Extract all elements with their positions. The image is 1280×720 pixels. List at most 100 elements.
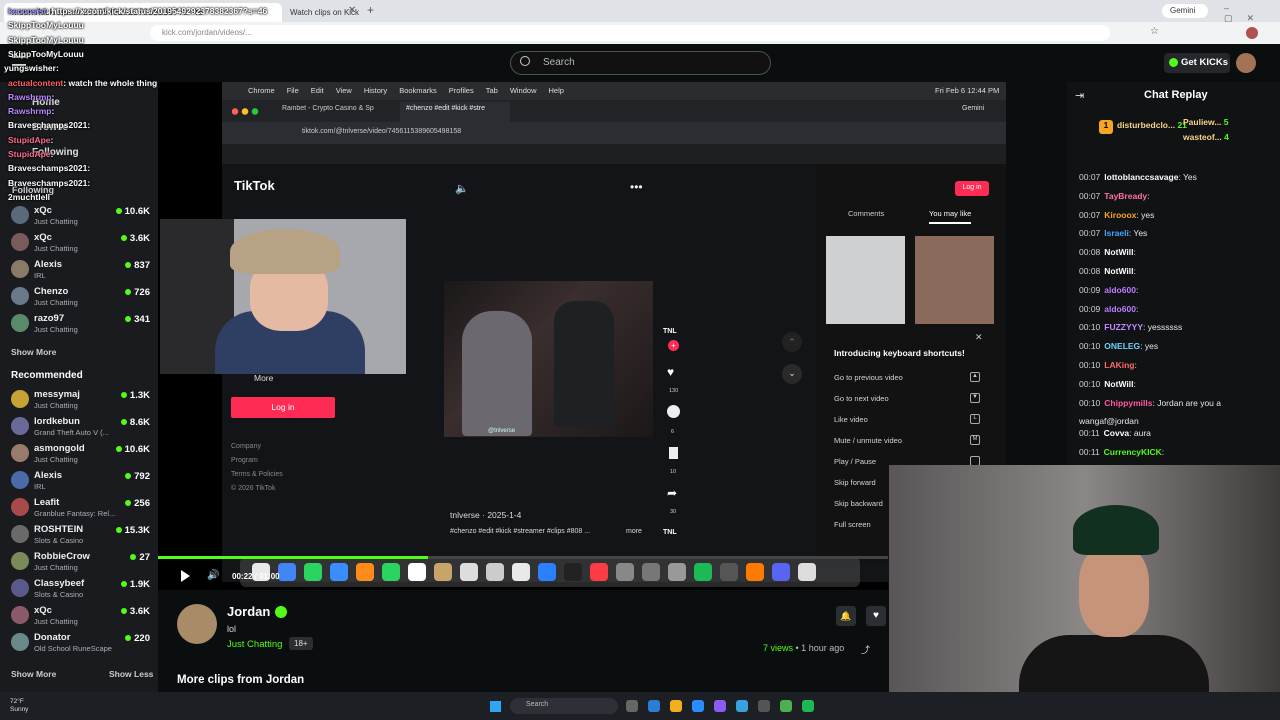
mac-gemini-button[interactable]: Gemini	[962, 105, 984, 112]
nav-up-icon[interactable]: ⌃	[782, 332, 802, 352]
mac-url[interactable]: tiktok.com/@tnlverse/video/7456115389605…	[302, 128, 461, 135]
show-more-recommended[interactable]: Show More	[11, 669, 56, 679]
chat-username[interactable]: Covva	[1104, 428, 1130, 438]
mac-menu-item[interactable]: Help	[549, 86, 564, 95]
sidebar-item-chenzo[interactable]: Chenzo Just Chatting 726	[8, 283, 154, 309]
follow-plus-icon[interactable]: +	[668, 340, 679, 351]
tab-you-may-like[interactable]: You may like	[929, 209, 972, 224]
mac-menu-item[interactable]: Edit	[311, 86, 324, 95]
footer-link[interactable]: Program	[231, 454, 283, 468]
taskbar-app-icon[interactable]	[758, 700, 770, 712]
bookmark-icon[interactable]	[669, 447, 678, 459]
sidebar-item-xqc[interactable]: xQc Just Chatting 3.6K	[8, 229, 154, 255]
taskbar-app-icon[interactable]	[736, 700, 748, 712]
mac-menu-item[interactable]: Tab	[486, 86, 498, 95]
profile-avatar[interactable]	[1246, 27, 1258, 39]
mac-menu-item[interactable]: Chrome	[248, 86, 275, 95]
tiktok-author[interactable]: tnlverse · 2025-1-4	[450, 510, 521, 520]
dock-app-icon[interactable]	[434, 563, 452, 581]
dock-app-icon[interactable]	[798, 563, 816, 581]
streamer-avatar[interactable]	[177, 604, 217, 644]
show-less-button[interactable]: Show Less	[109, 669, 153, 679]
streamer-name[interactable]: Jordan	[227, 604, 270, 619]
sidebar-item-asmongold[interactable]: asmongold Just Chatting 10.6K	[8, 440, 154, 466]
dock-app-icon[interactable]	[356, 563, 374, 581]
dock-app-icon[interactable]	[278, 563, 296, 581]
close-tab-icon[interactable]: ✕	[348, 5, 356, 16]
footer-link[interactable]: © 2026 TikTok	[231, 482, 283, 496]
mac-menu-item[interactable]: History	[364, 86, 387, 95]
sidebar-item-xqc[interactable]: xQc Just Chatting 10.6K	[8, 202, 154, 228]
taskbar-app-icon[interactable]	[780, 700, 792, 712]
suggested-video-2[interactable]	[915, 236, 994, 324]
taskbar-app-icon[interactable]	[802, 700, 814, 712]
tiktok-more[interactable]: More	[254, 373, 273, 383]
dock-app-icon[interactable]	[616, 563, 634, 581]
chat-username[interactable]: aldo600	[1104, 304, 1136, 314]
dock-app-icon[interactable]	[720, 563, 738, 581]
footer-link[interactable]: Terms & Policies	[231, 468, 283, 482]
sidebar-item-alexis[interactable]: Alexis IRL 837	[8, 256, 154, 282]
taskbar-app-icon[interactable]	[648, 700, 660, 712]
sidebar-item-lordkebun[interactable]: lordkebun Grand Theft Auto V (... 8.6K	[8, 413, 154, 439]
chat-username[interactable]: NotWill	[1104, 266, 1133, 276]
collapse-chat-icon[interactable]: ⇥	[1075, 89, 1084, 102]
chat-username[interactable]: NotWill	[1104, 247, 1133, 257]
window-controls[interactable]: –▢✕	[1224, 3, 1280, 24]
sidebar-item-robbiecrow[interactable]: RobbieCrow Just Chatting 27	[8, 548, 154, 574]
sidebar-item-donator[interactable]: Donator Old School RuneScape 220	[8, 629, 154, 655]
dock-app-icon[interactable]	[564, 563, 582, 581]
dock-app-icon[interactable]	[746, 563, 764, 581]
play-button[interactable]	[181, 570, 190, 582]
dock-app-icon[interactable]	[642, 563, 660, 581]
share-clip-icon[interactable]: ⤴	[861, 643, 870, 656]
gemini-button[interactable]: Gemini	[1162, 4, 1208, 18]
mac-tab-rainbet[interactable]: Rainbet - Crypto Casino & Sp	[282, 105, 392, 112]
mac-menu-item[interactable]: Profiles	[449, 86, 474, 95]
taskbar-app-icon[interactable]	[626, 700, 638, 712]
chat-username[interactable]: ONELEG	[1104, 341, 1140, 351]
bookmark-star-icon[interactable]: ☆	[1150, 26, 1159, 37]
dock-app-icon[interactable]	[694, 563, 712, 581]
notify-bell-button[interactable]: 🔔	[836, 606, 856, 626]
windows-start-icon[interactable]	[490, 701, 501, 712]
mac-menu-item[interactable]: Window	[510, 86, 537, 95]
more-options-icon[interactable]: •••	[630, 180, 643, 194]
dock-app-icon[interactable]	[486, 563, 504, 581]
tiktok-logo[interactable]: TikTok	[234, 178, 275, 193]
dock-app-icon[interactable]	[538, 563, 556, 581]
top-gifter[interactable]: wasteof... 4	[1183, 132, 1229, 142]
category-link[interactable]: Just Chatting	[227, 639, 282, 650]
top-gifter[interactable]: 1 disturbedclo... 21	[1099, 120, 1187, 134]
chat-username[interactable]: lottoblanccsavage	[1104, 172, 1178, 182]
sidebar-item-messymaj[interactable]: messymaj Just Chatting 1.3K	[8, 386, 154, 412]
sidebar-item-classybeef[interactable]: Classybeef Slots & Casino 1.9K	[8, 575, 154, 601]
sidebar-item-razo97[interactable]: razo97 Just Chatting 341	[8, 310, 154, 336]
chat-username[interactable]: TayBready	[1104, 191, 1147, 201]
tiktok-login-button[interactable]: Log in	[231, 397, 335, 418]
dock-app-icon[interactable]	[590, 563, 608, 581]
sidebar-item-roshtein[interactable]: ROSHTEIN Slots & Casino 15.3K	[8, 521, 154, 547]
nav-down-icon[interactable]: ⌄	[782, 364, 802, 384]
volume-button[interactable]: 🔊	[207, 570, 219, 581]
mac-menu-item[interactable]: View	[336, 86, 352, 95]
taskbar-search[interactable]: Search	[510, 698, 618, 714]
chat-username[interactable]: FUZZYYY	[1104, 322, 1143, 332]
tiktok-video[interactable]: @tnlverse	[444, 281, 653, 437]
tiktok-tags[interactable]: #chenzo #edit #kick #streamer #clips #80…	[450, 528, 590, 535]
taskbar-app-icon[interactable]	[714, 700, 726, 712]
weather-widget[interactable]: 72°F Sunny	[10, 698, 28, 714]
follow-heart-button[interactable]: ♥	[866, 606, 886, 626]
dock-app-icon[interactable]	[460, 563, 478, 581]
taskbar-app-icon[interactable]	[670, 700, 682, 712]
dock-app-icon[interactable]	[382, 563, 400, 581]
sidebar-item-xqc[interactable]: xQc Just Chatting 3.6K	[8, 602, 154, 628]
chat-username[interactable]: Kirooox	[1104, 210, 1136, 220]
mac-tab-tiktok[interactable]: #chenzo #edit #kick #stre	[400, 102, 510, 122]
sidebar-item-leafit[interactable]: Leafit Granblue Fantasy: Rel... 256	[8, 494, 154, 520]
dock-app-icon[interactable]	[772, 563, 790, 581]
tiktok-login-small[interactable]: Log in	[955, 181, 989, 196]
suggested-video-1[interactable]	[826, 236, 905, 324]
chat-username[interactable]: Israeli	[1104, 228, 1129, 238]
mac-menu-item[interactable]: File	[287, 86, 299, 95]
